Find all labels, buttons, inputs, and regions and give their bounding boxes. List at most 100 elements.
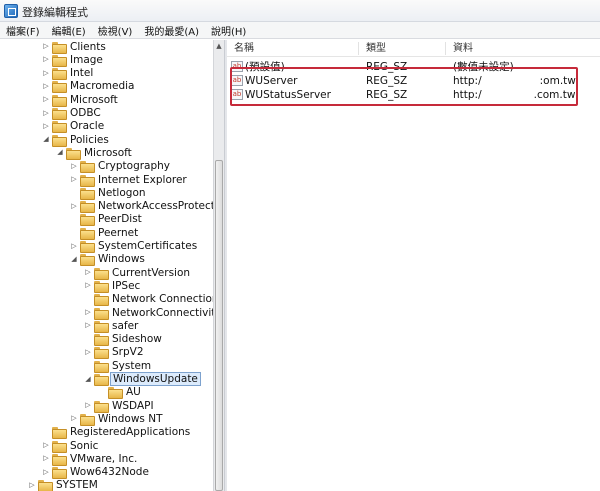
expand-arrow-icon[interactable]: ▷ (42, 466, 50, 479)
menu-favorites[interactable]: 我的最愛(A) (138, 23, 205, 38)
expand-arrow-icon[interactable]: ▷ (70, 200, 78, 213)
tree-node-label: ODBC (70, 107, 101, 119)
highlight-annotation (230, 67, 578, 106)
expand-arrow-icon[interactable]: ▷ (70, 160, 78, 173)
folder-icon (66, 147, 81, 160)
collapse-arrow-icon[interactable]: ◢ (84, 373, 92, 386)
tree-node[interactable]: Network Connections (84, 293, 213, 307)
tree-node[interactable]: ◢ Windows (70, 253, 147, 267)
tree-node[interactable]: ▷ SystemCertificates (70, 240, 199, 253)
tree-node[interactable]: ▷ Internet Explorer (70, 173, 189, 187)
expand-arrow-icon[interactable]: ▷ (42, 80, 50, 93)
title-bar: 登錄編輯程式 (0, 0, 600, 22)
expand-arrow-icon[interactable]: ▷ (42, 107, 50, 120)
tree-node[interactable]: ▷ Wow6432Node (42, 466, 151, 480)
tree-node[interactable]: ▷ Clients (42, 40, 108, 54)
tree-node[interactable]: ▷ Cryptography (70, 160, 172, 174)
scroll-up-arrow-icon[interactable]: ▲ (215, 42, 223, 50)
tree-node[interactable]: ▷ WSDAPI (84, 399, 156, 413)
expand-arrow-icon[interactable]: ▷ (70, 412, 78, 425)
tree-node[interactable]: ▷ Intel (42, 67, 95, 81)
tree-node[interactable]: ▷ Image (42, 53, 105, 67)
tree-node[interactable]: ▷ IPSec (84, 279, 142, 293)
tree-node-label: Cryptography (98, 160, 171, 173)
expand-arrow-icon[interactable]: ▷ (42, 452, 50, 465)
tree-node-label: Wow6432Node (70, 466, 149, 479)
expand-arrow-icon[interactable]: ▷ (42, 40, 50, 53)
tree-node[interactable]: ▷ NetworkAccessProtection (70, 200, 213, 214)
menu-help[interactable]: 說明(H) (205, 23, 252, 38)
folder-icon (52, 68, 67, 81)
tree-node[interactable]: System (84, 359, 153, 373)
collapse-arrow-icon[interactable]: ◢ (42, 133, 50, 146)
tree-node-label: CurrentVersion (112, 266, 191, 279)
tree-node[interactable]: ▷ Macromedia (42, 80, 136, 94)
tree-node[interactable]: ▷ CurrentVersion (84, 266, 192, 280)
tree-node[interactable]: ▷ SYSTEM (28, 479, 100, 491)
tree-node[interactable]: AU (98, 386, 143, 400)
folder-icon (80, 161, 95, 174)
expand-arrow-icon[interactable]: ▷ (84, 399, 92, 412)
tree-node[interactable]: RegisteredApplications (42, 426, 192, 440)
expand-arrow-icon[interactable]: ▷ (42, 53, 50, 66)
tree-node-label: Macromedia (70, 80, 135, 93)
expand-arrow-icon[interactable]: ▷ (84, 306, 92, 319)
tree-node[interactable]: ▷ Sonic (42, 439, 100, 453)
column-header-data[interactable]: 資料 (446, 42, 600, 55)
tree-node[interactable]: ◢ Microsoft (56, 146, 134, 160)
folder-icon (52, 81, 67, 94)
tree-node[interactable]: Sideshow (84, 333, 164, 347)
tree-node[interactable]: PeerDist (70, 213, 144, 227)
folder-icon (52, 440, 67, 453)
menu-bar: 檔案(F) 編輯(E) 檢視(V) 我的最愛(A) 說明(H) (0, 22, 600, 39)
expand-arrow-icon[interactable]: ▷ (84, 346, 92, 359)
tree-node-label: WindowsUpdate (110, 372, 201, 386)
menu-edit[interactable]: 編輯(E) (46, 23, 92, 38)
expand-arrow-icon[interactable]: ▷ (84, 266, 92, 279)
tree-node-label: System (112, 359, 152, 372)
tree-node[interactable]: ▷ safer (84, 319, 140, 333)
expand-arrow-icon[interactable]: ▷ (42, 93, 50, 106)
scrollbar-thumb[interactable] (215, 160, 223, 491)
tree-node[interactable]: ▷ Microsoft (42, 93, 120, 107)
folder-icon (94, 347, 109, 360)
tree-node-label: PeerDist (98, 213, 142, 226)
tree-node-label: Windows (98, 253, 145, 266)
collapse-arrow-icon[interactable]: ◢ (70, 253, 78, 266)
folder-icon (94, 334, 109, 347)
expand-arrow-icon[interactable]: ▷ (70, 240, 78, 253)
menu-view[interactable]: 檢視(V) (92, 23, 139, 38)
tree-node[interactable]: ◢ WindowsUpdate (84, 372, 201, 386)
menu-file[interactable]: 檔案(F) (0, 23, 46, 38)
expand-arrow-icon[interactable]: ▷ (84, 279, 92, 292)
folder-icon (80, 174, 95, 187)
expand-arrow-icon[interactable]: ▷ (70, 173, 78, 186)
tree-node-label: Policies (70, 133, 109, 146)
tree-node[interactable]: ▷ ODBC (42, 107, 103, 120)
tree-node[interactable]: ▷ Oracle (42, 120, 106, 134)
column-header-type[interactable]: 類型 (359, 41, 446, 55)
tree-node[interactable]: Peernet (70, 226, 140, 240)
tree-node[interactable]: ▷ Windows NT (70, 412, 164, 426)
expand-arrow-icon[interactable]: ▷ (42, 120, 50, 133)
tree-node[interactable]: ◢ Policies (42, 133, 111, 147)
column-header-name[interactable]: 名稱 (227, 41, 359, 55)
tree-node[interactable]: Netlogon (70, 186, 148, 200)
expand-arrow-icon[interactable]: ▷ (42, 67, 50, 80)
folder-icon (108, 387, 123, 400)
folder-icon (52, 108, 67, 120)
tree-node[interactable]: ▷ NetworkConnectivityStat (84, 306, 213, 320)
collapse-arrow-icon[interactable]: ◢ (56, 146, 64, 159)
tree-node-label: Sideshow (112, 333, 162, 346)
tree-node[interactable]: ▷ VMware, Inc. (42, 452, 139, 466)
tree-scrollbar[interactable]: ▲ (213, 40, 224, 491)
expand-arrow-icon[interactable]: ▷ (42, 439, 50, 452)
expand-arrow-icon[interactable]: ▷ (84, 319, 92, 332)
registry-tree[interactable]: ▷ Clients ▷ Image ▷ Intel ▷ Macromedia ▷ Microsof… (0, 40, 213, 491)
tree-node-label: Intel (70, 67, 94, 80)
folder-icon (94, 307, 109, 320)
tree-node[interactable]: ▷ SrpV2 (84, 346, 146, 360)
expand-arrow-icon[interactable]: ▷ (28, 479, 36, 491)
folder-icon (80, 241, 95, 253)
